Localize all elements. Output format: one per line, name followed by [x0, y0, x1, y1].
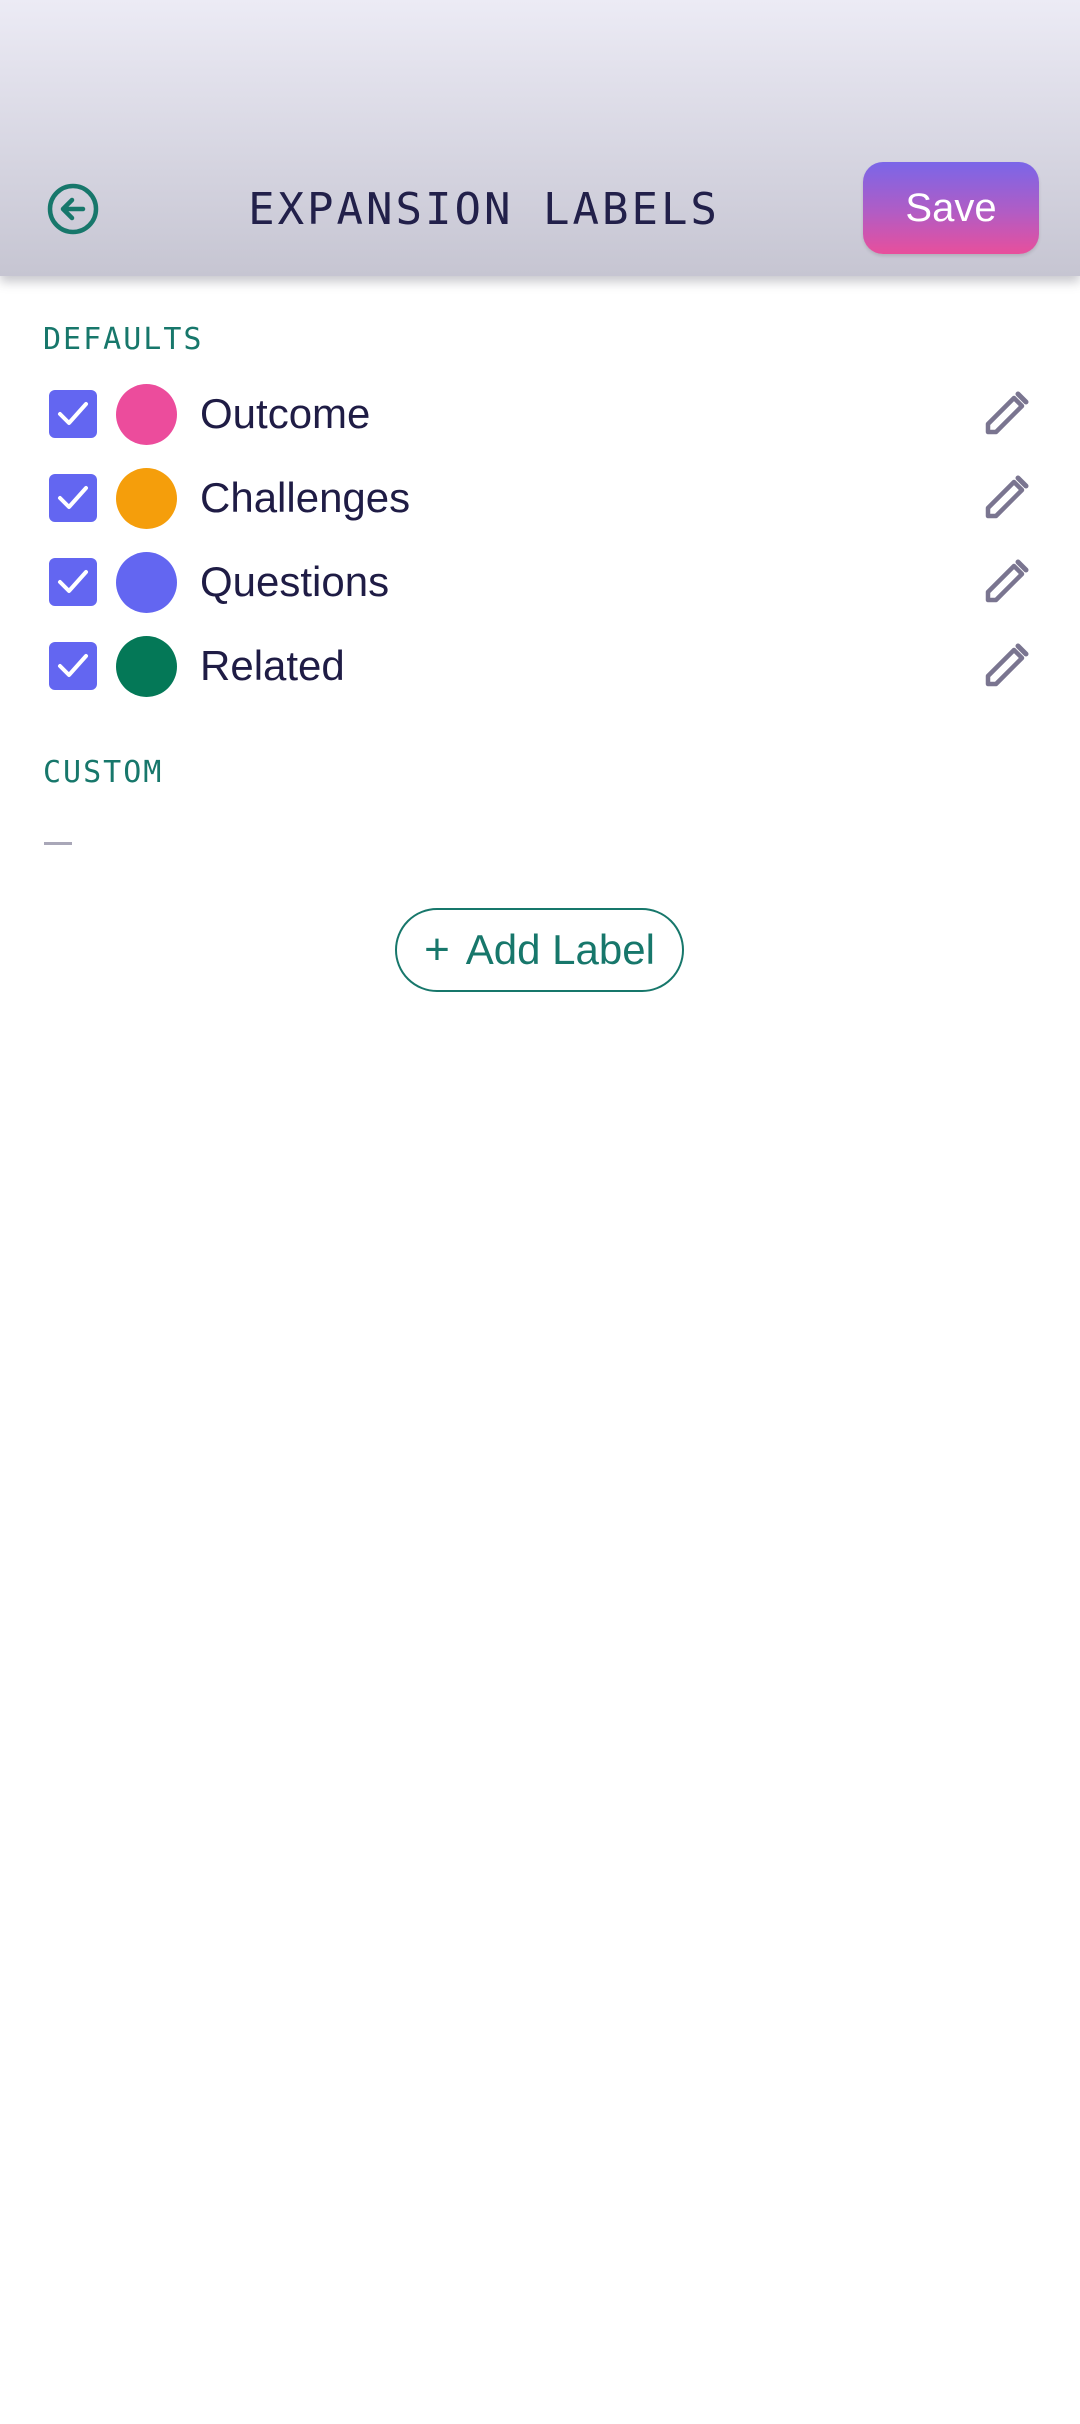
save-button[interactable]: Save — [863, 162, 1039, 254]
label-color-dot — [116, 552, 177, 613]
edit-label-button[interactable] — [978, 470, 1034, 526]
label-name: Questions — [200, 558, 390, 605]
plus-icon: + — [424, 925, 450, 974]
label-color-dot — [116, 384, 177, 445]
page: EXPANSION LABELS Save DEFAULTS Outcome C… — [0, 0, 1080, 2424]
page-title: EXPANSION LABELS — [248, 184, 720, 235]
label-name: Outcome — [200, 390, 371, 437]
pencil-icon — [985, 559, 1029, 603]
label-checkbox[interactable] — [49, 642, 97, 690]
custom-empty-placeholder — [44, 842, 72, 845]
back-button[interactable] — [44, 180, 102, 238]
label-name: Challenges — [200, 474, 411, 521]
label-color-dot — [116, 636, 177, 697]
defaults-section-title: DEFAULTS — [43, 322, 204, 357]
label-color-dot — [116, 468, 177, 529]
label-checkbox[interactable] — [49, 474, 97, 522]
back-circle-arrow-icon — [47, 183, 99, 235]
pencil-icon — [985, 391, 1029, 435]
add-label-button[interactable]: + Add Label — [395, 908, 684, 992]
label-row-related: Related — [0, 624, 1080, 708]
label-checkbox[interactable] — [49, 558, 97, 606]
custom-section-title: CUSTOM — [43, 755, 164, 790]
edit-label-button[interactable] — [978, 386, 1034, 442]
label-checkbox[interactable] — [49, 390, 97, 438]
add-label-text: Add Label — [465, 926, 655, 973]
label-row-questions: Questions — [0, 540, 1080, 624]
pencil-icon — [985, 643, 1029, 687]
check-icon — [58, 654, 88, 677]
pencil-icon — [985, 475, 1029, 519]
edit-label-button[interactable] — [978, 638, 1034, 694]
label-row-outcome: Outcome — [0, 372, 1080, 456]
check-icon — [58, 570, 88, 593]
label-row-challenges: Challenges — [0, 456, 1080, 540]
app-header: EXPANSION LABELS Save — [0, 0, 1080, 276]
check-icon — [58, 402, 88, 425]
check-icon — [58, 486, 88, 509]
label-name: Related — [200, 642, 345, 689]
edit-label-button[interactable] — [978, 554, 1034, 610]
